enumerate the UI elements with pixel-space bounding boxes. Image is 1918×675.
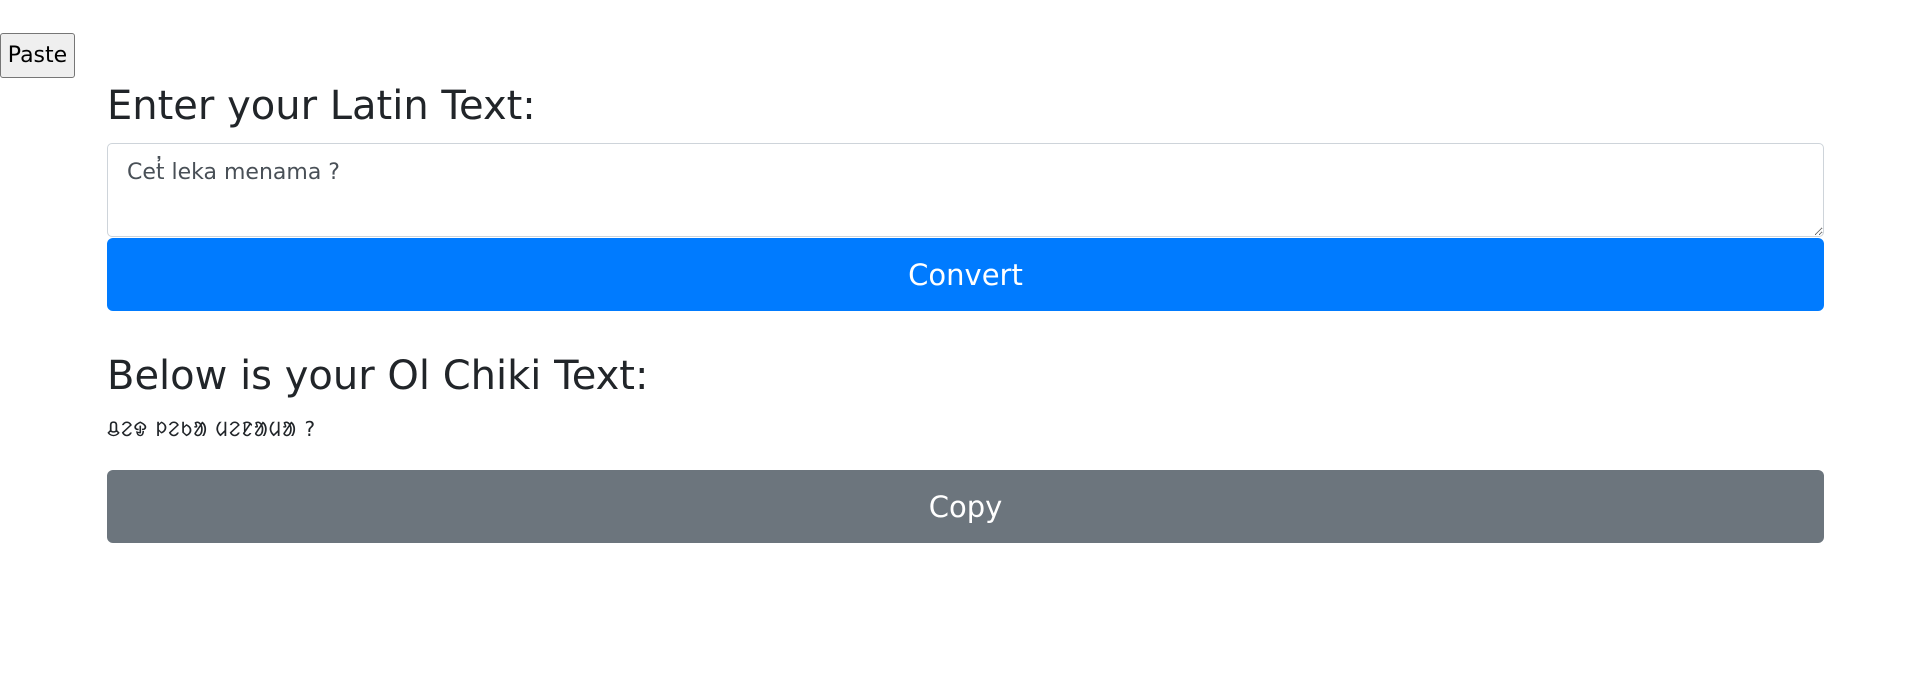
paste-button[interactable]: Paste (0, 33, 75, 78)
input-heading: Enter your Latin Text: (107, 83, 536, 129)
output-heading: Below is your Ol Chiki Text: (107, 353, 649, 399)
ol-chiki-output-text: ᱪᱮᱫ ᱞᱮᱠᱟ ᱢᱮᱱᱟᱢᱟ ? (107, 417, 317, 441)
convert-button[interactable]: Convert (107, 238, 1824, 311)
latin-text-input[interactable] (107, 143, 1824, 237)
copy-button[interactable]: Copy (107, 470, 1824, 543)
